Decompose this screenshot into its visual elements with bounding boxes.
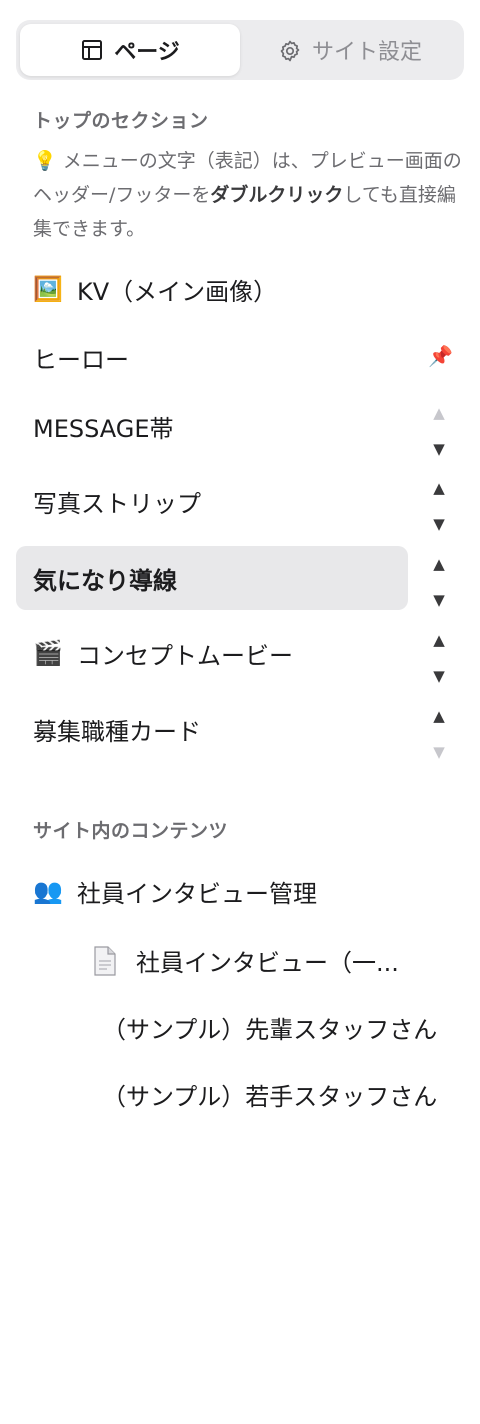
top-section-heading: トップのセクション bbox=[33, 110, 209, 132]
move-up-button[interactable]: ▲ bbox=[433, 630, 445, 650]
section-item-hero[interactable]: ヒーロー bbox=[16, 325, 408, 389]
contents-section-heading: サイト内のコンテンツ bbox=[33, 820, 229, 842]
document-icon bbox=[92, 945, 118, 976]
content-entry[interactable]: （サンプル）先輩スタッフさん bbox=[102, 1010, 437, 1045]
move-up-button[interactable]: ▲ bbox=[433, 403, 445, 423]
reorder-controls: ▲ ▼ bbox=[428, 706, 450, 762]
move-up-button[interactable]: ▲ bbox=[433, 554, 445, 574]
move-down-button[interactable]: ▼ bbox=[433, 514, 445, 534]
move-up-button[interactable]: ▲ bbox=[433, 478, 445, 498]
move-down-button[interactable]: ▼ bbox=[433, 439, 445, 459]
content-doc-item[interactable]: 社員インタビュー（一... bbox=[92, 943, 399, 978]
section-item-job-cards[interactable]: 募集職種カード bbox=[16, 697, 408, 761]
section-item-label: MESSAGE帯 bbox=[33, 414, 174, 443]
people-icon: 👥 bbox=[33, 877, 63, 905]
section-item-photo-strip[interactable]: 写真ストリップ bbox=[16, 469, 408, 533]
section-item-interest-path[interactable]: 気になり導線 bbox=[16, 546, 408, 610]
content-group-interviews[interactable]: 👥 社員インタビュー管理 bbox=[16, 859, 408, 923]
gear-icon bbox=[278, 38, 302, 62]
section-item-concept-movie[interactable]: 🎬 コンセプトムービー bbox=[16, 621, 408, 685]
layout-icon bbox=[80, 38, 104, 62]
content-doc-label: 社員インタビュー（一... bbox=[136, 949, 399, 977]
hint-bold: ダブルクリック bbox=[210, 184, 344, 206]
content-entry-label: （サンプル）若手スタッフさん bbox=[102, 1083, 438, 1111]
pin-icon: 📌 bbox=[428, 344, 453, 368]
picture-icon: 🖼️ bbox=[33, 275, 63, 303]
move-down-button[interactable]: ▼ bbox=[433, 666, 445, 686]
section-item-label: コンセプトムービー bbox=[77, 641, 293, 670]
section-item-label: KV（メイン画像） bbox=[77, 277, 278, 306]
reorder-controls: ▲ ▼ bbox=[428, 403, 450, 459]
section-item-label: ヒーロー bbox=[33, 345, 129, 374]
page-sidebar: ページ サイト設定 トップのセクション 💡 メニューの文字（表記）は、プレビュー… bbox=[0, 0, 480, 1424]
content-entry[interactable]: （サンプル）若手スタッフさん bbox=[102, 1077, 437, 1112]
move-down-button[interactable]: ▼ bbox=[433, 590, 445, 610]
clapperboard-icon: 🎬 bbox=[33, 639, 63, 667]
section-item-label: 気になり導線 bbox=[33, 566, 177, 595]
content-group-label: 社員インタビュー管理 bbox=[77, 879, 317, 908]
move-down-button[interactable]: ▼ bbox=[433, 742, 445, 762]
section-item-label: 募集職種カード bbox=[33, 717, 201, 746]
reorder-controls: ▲ ▼ bbox=[428, 630, 450, 686]
tab-page-label: ページ bbox=[114, 40, 180, 65]
section-item-label: 写真ストリップ bbox=[33, 489, 201, 518]
hint-text: 💡 メニューの文字（表記）は、プレビュー画面のヘッダー/フッターをダブルクリック… bbox=[33, 144, 463, 246]
lightbulb-icon: 💡 bbox=[33, 150, 57, 172]
tab-site-settings-label: サイト設定 bbox=[311, 40, 422, 65]
tab-switcher: ページ サイト設定 bbox=[16, 20, 464, 80]
reorder-controls: ▲ ▼ bbox=[428, 554, 450, 610]
section-item-kv[interactable]: 🖼️ KV（メイン画像） bbox=[16, 257, 408, 321]
tab-page[interactable]: ページ bbox=[20, 24, 240, 76]
section-item-message-band[interactable]: MESSAGE帯 bbox=[16, 394, 408, 458]
content-entry-label: （サンプル）先輩スタッフさん bbox=[102, 1016, 438, 1044]
move-up-button[interactable]: ▲ bbox=[433, 706, 445, 726]
reorder-controls: ▲ ▼ bbox=[428, 478, 450, 534]
tab-site-settings[interactable]: サイト設定 bbox=[240, 24, 460, 76]
